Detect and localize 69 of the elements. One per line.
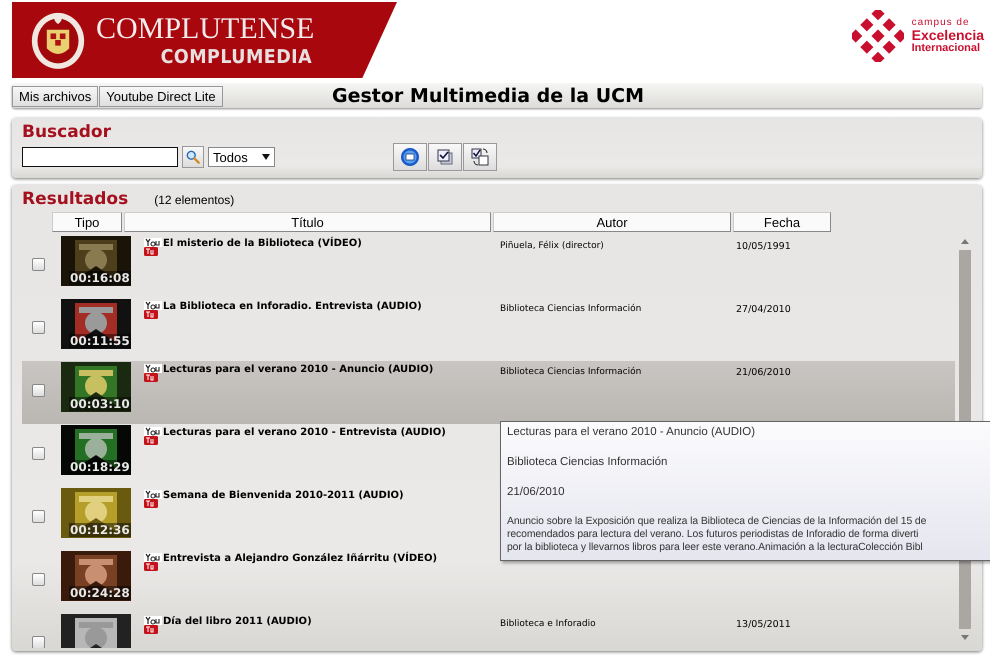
duration-label: 00:16:08	[69, 271, 131, 285]
duration-label: 00:24:28	[69, 586, 131, 600]
date-text: 21/06/2010	[736, 366, 791, 378]
search-button[interactable]	[182, 146, 204, 168]
date-text: 27/04/2010	[736, 303, 791, 315]
nav-button[interactable]: Mis archivos	[12, 86, 98, 106]
column-header[interactable]: Fecha	[733, 212, 831, 232]
panel-heading: Buscador	[22, 122, 111, 142]
youtube-icon	[144, 427, 162, 445]
item-title[interactable]: Día del libro 2011 (AUDIO)	[163, 616, 312, 628]
author-text: Biblioteca Ciencias Información	[500, 366, 642, 377]
column-header[interactable]: Título	[124, 212, 491, 232]
result-count: (12 elementos)	[154, 193, 234, 207]
tooltip-description: Anuncio sobre la Exposición que realiza la Biblioteca de Ciencias de la Información del 15 de recomendados para lectura del verano. Los futuros periodistas de Inforadio de forma diverti por la biblioteca y llevarnos libros para leer este verano.Animación a la lecturaColección Bibl	[507, 515, 928, 554]
item-title[interactable]: Semana de Bienvenida 2010-2011 (AUDIO)	[163, 490, 404, 502]
tooltip-text: Lecturas para el verano 2010 - Anuncio (AUDIO)	[507, 425, 756, 440]
youtube-icon	[144, 301, 162, 319]
screen-icon	[400, 147, 420, 167]
column-header[interactable]: Tipo	[52, 212, 122, 232]
youtube-icon	[144, 364, 162, 382]
panel-heading: Resultados	[22, 189, 128, 209]
checkbox[interactable]	[32, 384, 45, 397]
checkbox[interactable]	[32, 510, 45, 523]
duration-label: 00:11:55	[69, 334, 131, 348]
duration-label: 00:03:10	[69, 397, 131, 411]
selected-row[interactable]: 00:03:10 Lecturas para el verano 2010 - Anuncio (AUDIO) Biblioteca Ciencias Información 21/06/2010	[22, 361, 955, 424]
item-title[interactable]: El misterio de la Biblioteca (VÍDEO)	[163, 238, 362, 250]
date-text: 10/05/1991	[736, 240, 791, 252]
item-title[interactable]: La Biblioteca en Inforadio. Entrevista (AUDIO)	[163, 301, 422, 313]
scroll-up-icon	[961, 239, 969, 244]
item-title[interactable]: Entrevista a Alejandro González Iñárritu (VÍDEO)	[163, 553, 438, 565]
tooltip-text: Biblioteca Ciencias Información	[507, 455, 668, 470]
filter-dropdown[interactable]: Todos	[208, 147, 275, 167]
youtube-icon	[144, 616, 162, 634]
checkbox[interactable]	[32, 321, 45, 334]
column-header[interactable]: Autor	[493, 212, 731, 232]
item-title[interactable]: Lecturas para el verano 2010 - Anuncio (AUDIO)	[163, 364, 434, 376]
search-icon	[186, 150, 200, 164]
campus-text: Excelencia	[912, 28, 984, 43]
diamond-pattern-logo-icon	[852, 10, 904, 62]
campus-text: Internacional	[912, 42, 982, 54]
item-title[interactable]: Lecturas para el verano 2010 - Entrevista (AUDIO)	[163, 427, 446, 439]
search-field[interactable]	[22, 147, 178, 167]
youtube-icon	[144, 553, 162, 571]
author-text: Biblioteca Ciencias Información	[500, 302, 642, 314]
toolbar-button[interactable]	[392, 143, 427, 171]
duration-label: 00:12:36	[69, 523, 131, 537]
checkbox-stack-icon	[434, 147, 455, 167]
scroll-down-icon	[961, 635, 969, 640]
date-text: 13/05/2011	[736, 618, 791, 630]
checkbox[interactable]	[32, 636, 45, 648]
author-text: Piñuela, Félix (director)	[500, 240, 605, 251]
checkbox[interactable]	[32, 258, 45, 271]
dropdown-arrow-icon	[262, 154, 270, 160]
swap-checkbox-icon	[470, 147, 490, 167]
toolbar-button[interactable]	[462, 143, 497, 171]
toolbar-button[interactable]	[428, 143, 462, 171]
checkbox[interactable]	[32, 447, 45, 460]
youtube-icon	[144, 490, 162, 508]
tooltip-text: 21/06/2010	[507, 485, 566, 500]
campus-text: campus de	[912, 18, 971, 28]
page-title: Gestor Multimedia de la UCM	[332, 85, 644, 107]
brand-name: COMPLUTENSE	[96, 12, 314, 46]
nav-button[interactable]: Youtube Direct Lite	[99, 86, 223, 106]
youtube-icon	[144, 238, 162, 256]
duration-label: 00:18:29	[69, 460, 131, 474]
sub-brand-name: COMPLUMEDIA	[160, 46, 312, 68]
checkbox[interactable]	[32, 573, 45, 586]
author-text: Biblioteca e Inforadio	[500, 618, 597, 629]
